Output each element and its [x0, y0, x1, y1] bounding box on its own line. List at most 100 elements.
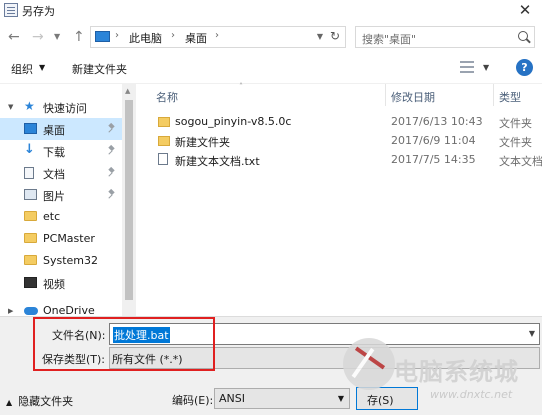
- file-date: 2017/6/13 10:43: [391, 115, 483, 128]
- search-box[interactable]: 搜索"桌面": [355, 26, 535, 48]
- sidebar-item-desktop[interactable]: 桌面: [0, 118, 122, 140]
- sidebar-item-label: PCMaster: [43, 232, 95, 245]
- expand-chevron-icon[interactable]: ▼: [8, 103, 13, 111]
- organize-button[interactable]: 组织: [11, 61, 33, 77]
- up-arrow-icon[interactable]: ↑: [73, 29, 85, 45]
- breadcrumb-separator[interactable]: ›: [115, 30, 119, 41]
- pin-icon[interactable]: [108, 168, 116, 176]
- sidebar-item-label: 桌面: [43, 124, 65, 137]
- title-bar: 另存为 ✕: [0, 0, 542, 22]
- sidebar-item-pcmaster[interactable]: PCMaster: [0, 228, 122, 250]
- breadcrumb-desktop[interactable]: 桌面: [185, 30, 207, 46]
- breadcrumb-this-pc[interactable]: 此电脑: [129, 30, 162, 46]
- folder-icon: [158, 136, 170, 146]
- sidebar-item-etc[interactable]: etc: [0, 206, 122, 228]
- chevron-down-icon[interactable]: ▼: [529, 329, 535, 338]
- navigation-scrollbar[interactable]: ▲: [122, 84, 136, 316]
- pin-icon[interactable]: [108, 190, 116, 198]
- hide-folders-label: 隐藏文件夹: [18, 395, 74, 408]
- encoding-label: 编码(E):: [172, 394, 214, 407]
- search-input[interactable]: 搜索"桌面": [362, 31, 416, 47]
- address-bar[interactable]: › 此电脑 › 桌面 › ▼ ↻: [90, 26, 346, 48]
- sidebar-item-label: 文档: [43, 168, 65, 181]
- expand-chevron-icon[interactable]: ▶: [8, 307, 13, 315]
- column-divider[interactable]: [385, 84, 386, 106]
- save-button[interactable]: 存(S): [356, 387, 418, 410]
- file-name: sogou_pinyin-v8.5.0c: [175, 115, 292, 128]
- chevron-down-icon[interactable]: ▼: [39, 63, 45, 72]
- folder-icon: [24, 233, 37, 243]
- file-type: 文件夹: [499, 117, 532, 130]
- file-type: 文本文档: [499, 155, 542, 168]
- watermark-url: www.dnxtc.net: [430, 388, 513, 401]
- refresh-icon[interactable]: ↻: [330, 29, 340, 43]
- file-date: 2017/7/5 14:35: [391, 153, 476, 166]
- picture-icon: [24, 189, 37, 200]
- sidebar-item-label: System32: [43, 254, 99, 267]
- file-row[interactable]: sogou_pinyin-v8.5.0c 2017/6/13 10:43 文件夹: [137, 112, 542, 131]
- computer-icon: [95, 31, 110, 42]
- file-list: ˄ 名称 修改日期 类型 sogou_pinyin-v8.5.0c 2017/6…: [137, 82, 542, 316]
- sidebar-item-videos[interactable]: 视频: [0, 272, 122, 294]
- save-dialog-icon: [4, 3, 18, 17]
- file-row[interactable]: 新建文本文档.txt 2017/7/5 14:35 文本文档: [137, 150, 542, 169]
- view-options-icon[interactable]: [460, 61, 474, 73]
- sidebar-item-label: OneDrive: [43, 304, 95, 316]
- sidebar-item-label: 快速访问: [43, 102, 87, 115]
- column-header-name[interactable]: 名称: [156, 89, 178, 105]
- sidebar-item-label: etc: [43, 210, 61, 223]
- scroll-up-icon[interactable]: ▲: [125, 87, 130, 95]
- navigation-pane: ▼ ★ 快速访问 桌面 ↓ 下载 文档 图片 etc PCMaster Syst…: [0, 84, 136, 316]
- save-button-label: 存(S): [367, 394, 394, 407]
- chevron-up-icon[interactable]: ▲: [6, 398, 12, 407]
- sidebar-item-documents[interactable]: 文档: [0, 162, 122, 184]
- sidebar-item-quick-access[interactable]: ▼ ★ 快速访问: [0, 96, 122, 118]
- search-icon[interactable]: [518, 31, 528, 41]
- scrollbar-thumb[interactable]: [125, 100, 133, 300]
- file-row[interactable]: 新建文件夹 2017/6/9 11:04 文件夹: [137, 131, 542, 150]
- chevron-down-icon[interactable]: ▼: [483, 63, 489, 72]
- encoding-value: ANSI: [219, 392, 245, 405]
- column-header-date[interactable]: 修改日期: [391, 89, 435, 105]
- file-name: 新建文件夹: [175, 136, 230, 149]
- sidebar-item-system32[interactable]: System32: [0, 250, 122, 272]
- breadcrumb-separator[interactable]: ›: [171, 30, 175, 41]
- toolbar: 组织 ▼ 新建文件夹 ▼ ?: [0, 52, 542, 84]
- encoding-select[interactable]: ANSI ▼: [214, 388, 350, 409]
- document-icon: [24, 167, 34, 179]
- cloud-icon: [24, 307, 38, 315]
- desktop-icon: [24, 123, 37, 134]
- watermark-text: 电脑系统城: [394, 358, 519, 386]
- chevron-down-icon[interactable]: ▼: [338, 394, 344, 403]
- download-icon: ↓: [24, 142, 35, 157]
- column-header-type[interactable]: 类型: [499, 89, 521, 105]
- back-arrow-icon[interactable]: ←: [8, 29, 20, 45]
- highlight-annotation-box: [33, 317, 215, 371]
- star-icon: ★: [24, 99, 35, 113]
- help-icon[interactable]: ?: [516, 59, 533, 76]
- sort-ascending-icon: ˄: [239, 82, 243, 91]
- folder-icon: [158, 117, 170, 127]
- sidebar-item-onedrive[interactable]: ▶ OneDrive: [0, 300, 122, 316]
- sidebar-item-pictures[interactable]: 图片: [0, 184, 122, 206]
- forward-arrow-icon[interactable]: →: [32, 29, 44, 45]
- file-date: 2017/6/9 11:04: [391, 134, 476, 147]
- pin-icon[interactable]: [108, 146, 116, 154]
- new-folder-button[interactable]: 新建文件夹: [72, 61, 127, 77]
- window-title: 另存为: [22, 5, 55, 18]
- folder-icon: [24, 211, 37, 221]
- chevron-down-icon[interactable]: ▼: [317, 32, 323, 41]
- text-file-icon: [158, 153, 168, 165]
- file-name: 新建文本文档.txt: [175, 155, 260, 168]
- sidebar-item-downloads[interactable]: ↓ 下载: [0, 140, 122, 162]
- close-icon[interactable]: ✕: [516, 1, 534, 19]
- pin-icon[interactable]: [108, 124, 116, 132]
- column-divider[interactable]: [493, 84, 494, 106]
- breadcrumb-separator[interactable]: ›: [215, 30, 219, 41]
- address-row: ← → ▼ ↑ › 此电脑 › 桌面 › ▼ ↻ 搜索"桌面": [0, 22, 542, 52]
- sidebar-item-label: 视频: [43, 278, 65, 291]
- hide-folders-toggle[interactable]: ▲ 隐藏文件夹: [6, 393, 73, 409]
- recent-locations-chevron-icon[interactable]: ▼: [54, 32, 60, 41]
- sidebar-item-label: 下载: [43, 146, 65, 159]
- sidebar-item-label: 图片: [43, 190, 65, 203]
